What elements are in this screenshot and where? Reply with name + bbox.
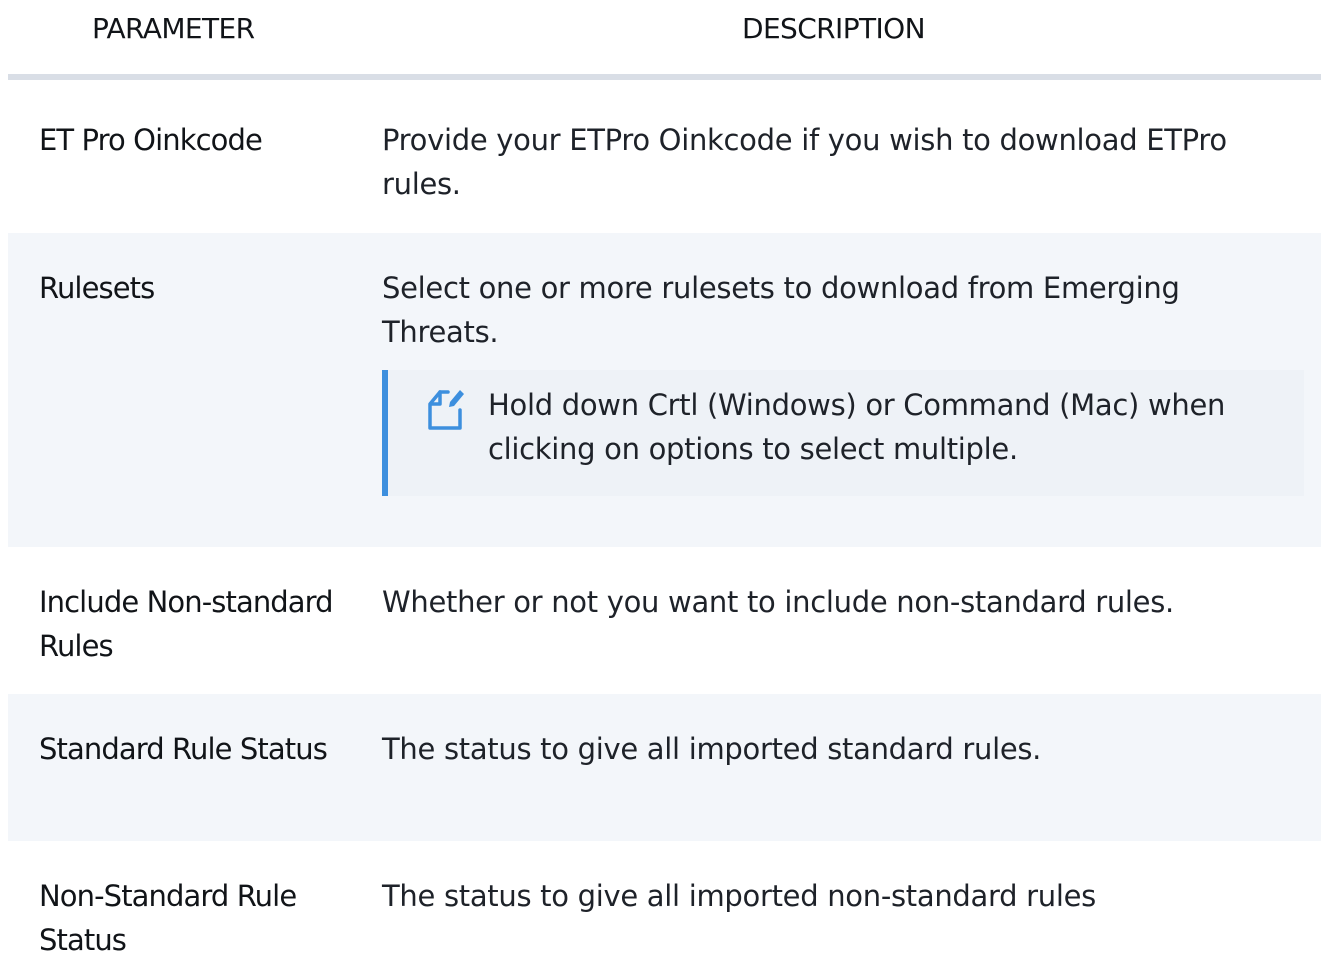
parameter-description: Select one or more rulesets to download … [382, 271, 1180, 349]
parameter-name: Standard Rule Status [39, 732, 328, 766]
header-parameter: PARAMETER [92, 12, 255, 45]
parameter-description: Whether or not you want to include non-s… [382, 585, 1174, 619]
parameter-description: The status to give all imported standard… [382, 732, 1042, 766]
table-row: Include Non-standard Rules Whether or no… [8, 547, 1321, 694]
note-edit-icon [428, 390, 464, 430]
parameter-name: Include Non-standard Rules [39, 585, 334, 663]
table-row: Non-Standard Rule Status The status to g… [8, 841, 1321, 957]
table-row: Standard Rule Status The status to give … [8, 694, 1321, 841]
header-description: DESCRIPTION [742, 12, 926, 45]
table-row: ET Pro Oinkcode Provide your ETPro Oinkc… [8, 80, 1321, 233]
parameter-table: PARAMETER DESCRIPTION ET Pro Oinkcode Pr… [8, 0, 1321, 957]
table-header: PARAMETER DESCRIPTION [8, 0, 1321, 80]
table-row: Rulesets Select one or more rulesets to … [8, 233, 1321, 547]
parameter-name: Non-Standard Rule Status [39, 879, 297, 957]
parameter-name: ET Pro Oinkcode [39, 123, 263, 157]
parameter-description: Provide your ETPro Oinkcode if you wish … [382, 123, 1227, 201]
parameter-name: Rulesets [39, 271, 155, 305]
parameter-description: The status to give all imported non-stan… [382, 879, 1096, 913]
note-callout: Hold down Crtl (Windows) or Command (Mac… [382, 370, 1304, 496]
note-text: Hold down Crtl (Windows) or Command (Mac… [488, 388, 1226, 466]
